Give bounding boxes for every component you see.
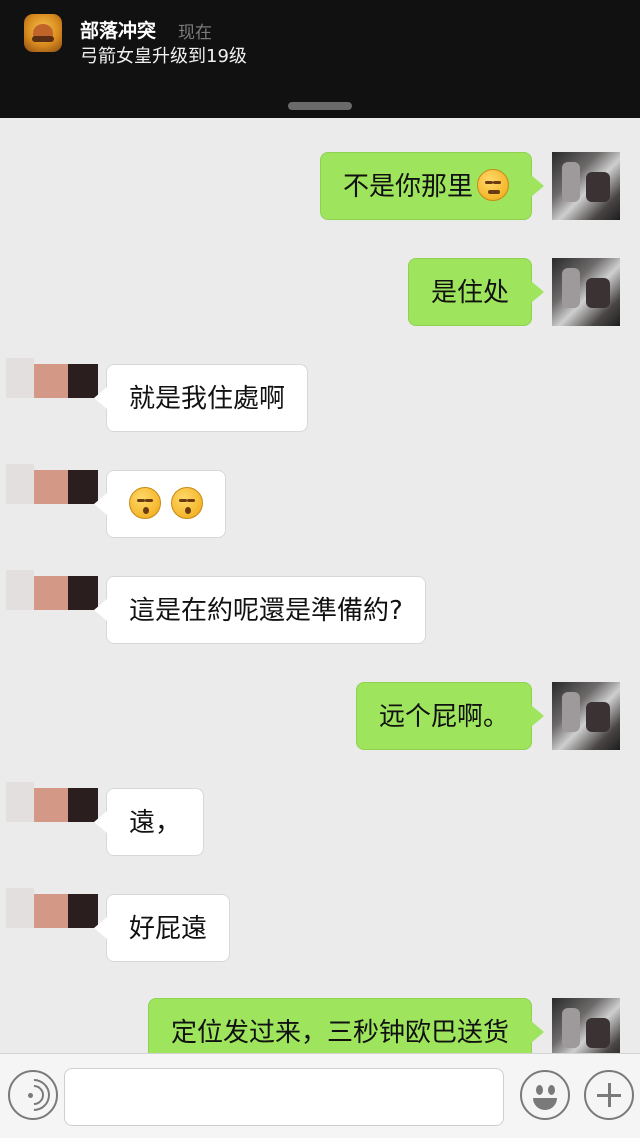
avatar-other[interactable] (6, 358, 102, 432)
message-bubble-other[interactable]: 這是在約呢還是準備約? (94, 576, 426, 644)
avatar-other[interactable] (6, 570, 102, 644)
notification-time: 现在 (178, 23, 212, 43)
chat-input-bar (0, 1053, 640, 1138)
notification-banner[interactable]: 部落冲突 现在 弓箭女皇升级到19级 (0, 0, 640, 118)
notification-grabber[interactable] (288, 102, 352, 110)
avatar-self[interactable] (552, 682, 620, 750)
message-bubble-self[interactable]: 定位发过来，三秒钟欧巴送货 (147, 998, 545, 1053)
emoji-smile-icon[interactable] (520, 1070, 570, 1120)
message-text: 好屁遠 (129, 914, 208, 944)
chat-message-list[interactable]: 不是你那里 是住处 就是我住處啊 這是在約呢還是準備約? 远个屁啊。 遠， 好屁… (0, 118, 640, 1053)
clash-of-clans-app-icon (24, 14, 62, 52)
kissing-face-emoji-icon (129, 486, 161, 519)
message-bubble-self[interactable]: 远个屁啊。 (355, 682, 545, 750)
message-bubble-other[interactable]: 好屁遠 (93, 894, 231, 962)
avatar-other[interactable] (6, 888, 102, 962)
unamused-face-emoji-icon (477, 168, 509, 201)
kissing-face-emoji-icon (171, 486, 204, 519)
avatar-other[interactable] (6, 464, 102, 538)
message-text: 远个屁啊。 (378, 702, 509, 732)
avatar-self[interactable] (552, 152, 620, 220)
avatar-self[interactable] (552, 258, 620, 326)
notification-message: 弓箭女皇升级到19级 (80, 46, 247, 67)
message-text: 是住处 (430, 278, 509, 308)
message-bubble-other[interactable]: 就是我住處啊 (93, 364, 309, 432)
message-text: 不是你那里 (342, 172, 473, 202)
message-text: 遠， (129, 808, 182, 838)
message-bubble-self[interactable]: 不是你那里 (319, 152, 545, 220)
message-input[interactable] (64, 1068, 504, 1126)
message-text: 定位发过来，三秒钟欧巴送货 (170, 1018, 509, 1048)
message-bubble-other[interactable] (93, 470, 227, 538)
message-bubble-self[interactable]: 是住处 (407, 258, 545, 326)
voice-icon[interactable] (8, 1070, 58, 1120)
message-text: 就是我住處啊 (129, 384, 286, 414)
plus-icon[interactable] (584, 1070, 634, 1120)
message-bubble-other[interactable]: 遠， (93, 788, 205, 856)
avatar-self[interactable] (552, 998, 620, 1053)
notification-app-name: 部落冲突 (80, 20, 157, 42)
message-text: 這是在約呢還是準備約? (129, 596, 403, 626)
avatar-other[interactable] (6, 782, 102, 856)
